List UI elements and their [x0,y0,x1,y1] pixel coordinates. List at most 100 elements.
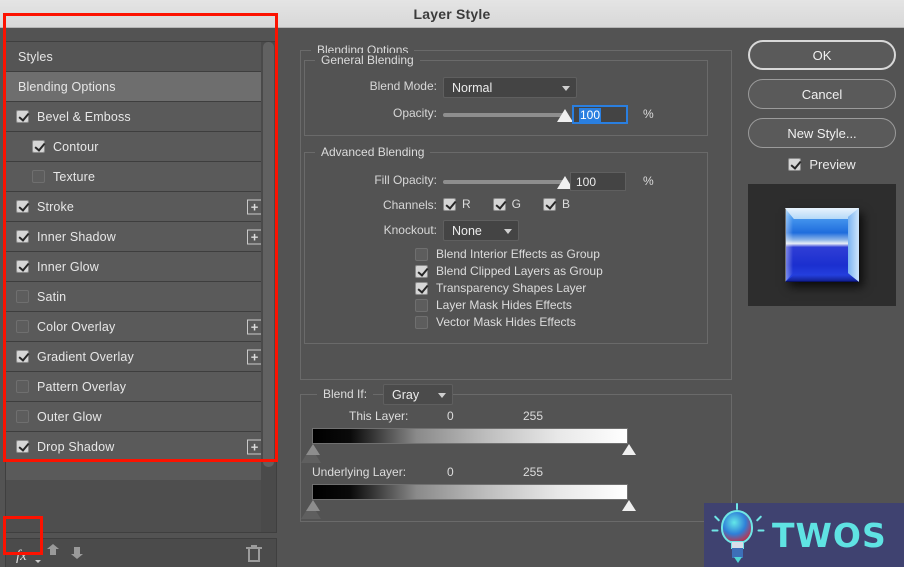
cancel-button[interactable]: Cancel [748,79,896,109]
channel-checkbox-b[interactable] [543,197,557,211]
advanced-option-checkbox[interactable] [415,264,428,278]
styles-scrollbar[interactable] [261,42,276,532]
add-effect-plus-icon[interactable]: + [247,319,262,334]
advanced-option-checkbox[interactable] [415,315,428,329]
layer-style-dialog: Layer Style Styles Blending Options Bevel … [0,0,904,567]
underlying-layer-label: Underlying Layer: [312,465,407,479]
styles-list-item-gradient-overlay[interactable]: Gradient Overlay + [6,342,276,372]
fill-opacity-unit: % [643,174,654,188]
fx-icon[interactable]: fx [16,543,42,565]
styles-list[interactable]: Styles Blending Options Bevel & Emboss Cont… [6,42,276,480]
blend-mode-value: Normal [452,80,493,95]
chevron-down-icon [35,560,41,563]
advanced-option-label: Layer Mask Hides Effects [436,298,572,312]
blend-mode-select[interactable]: Normal [443,77,577,98]
styles-list-item-label: Stroke [37,199,75,214]
styles-list-item-label: Bevel & Emboss [37,109,131,124]
channel-label-b: B [562,197,571,211]
styles-list-item-checkbox[interactable] [16,440,29,453]
trash-can [248,549,260,562]
lightbulb-icon [711,503,765,563]
styles-list-item-checkbox[interactable] [16,260,29,273]
advanced-blending-group: Advanced Blending Fill Opacity: 100 % Ch… [304,145,708,344]
move-up-arrow-icon[interactable] [42,543,66,565]
this-layer-max: 255 [523,409,544,423]
advanced-option-checkbox[interactable] [415,247,428,261]
advanced-option-transparency-shapes-layer[interactable]: Transparency Shapes Layer [415,281,586,295]
blend-if-group: Blend If: Gray This Layer: 0 255 Underly… [300,384,732,522]
styles-list-item-inner-shadow[interactable]: Inner Shadow + [6,222,276,252]
blend-if-channel-select[interactable]: Gray [383,384,453,405]
blend-if-channel-value: Gray [392,387,420,402]
chevron-down-icon [504,228,512,234]
styles-list-item-label: Inner Glow [37,259,99,274]
preview-toggle[interactable]: Preview [748,157,896,172]
knockout-select[interactable]: None [443,220,519,241]
advanced-option-checkbox[interactable] [415,298,428,312]
opacity-slider-knob[interactable] [557,109,573,122]
styles-scrollbar-thumb[interactable] [263,42,274,467]
channel-label-g: G [511,197,522,211]
styles-list-item-texture[interactable]: Texture [6,162,276,192]
fill-opacity-slider-track [443,176,573,189]
styles-list-item-checkbox[interactable] [16,200,29,213]
thumbnail-core [785,208,859,282]
channel-checkbox-g[interactable] [492,197,506,211]
dialog-action-panel: OK Cancel New Style... Preview [748,40,896,560]
styles-list-item-pattern-overlay[interactable]: Pattern Overlay [6,372,276,402]
move-down-arrow-icon[interactable] [66,543,90,565]
fill-opacity-value: 100 [576,174,597,189]
advanced-option-blend-clipped-layers-as-group[interactable]: Blend Clipped Layers as Group [415,264,603,278]
trash-icon[interactable] [246,545,262,563]
fill-opacity-input[interactable]: 100 [570,172,626,191]
underlying-layer-min: 0 [447,465,454,479]
styles-list-item-label: Gradient Overlay [37,349,134,364]
opacity-label: Opacity: [392,106,437,120]
styles-list-item-checkbox[interactable] [32,170,45,183]
styles-list-item-checkbox[interactable] [16,320,29,333]
styles-sidebar: Styles Blending Options Bevel & Emboss Cont… [5,41,277,533]
styles-list-item-styles[interactable]: Styles [6,42,276,72]
general-blending-group: General Blending Blend Mode: Normal Opac… [304,53,708,136]
styles-list-item-drop-shadow[interactable]: Drop Shadow + [6,432,276,462]
styles-list-item-satin[interactable]: Satin [6,282,276,312]
watermark: TWOS [704,503,904,567]
underlying-layer-gradient-bar[interactable] [301,484,636,519]
styles-list-item-bevel-emboss[interactable]: Bevel & Emboss [6,102,276,132]
styles-list-item-inner-glow[interactable]: Inner Glow [6,252,276,282]
opacity-input[interactable]: 100 [572,105,628,124]
styles-list-item-checkbox[interactable] [32,140,45,153]
opacity-slider[interactable] [443,109,573,122]
styles-list-item-checkbox[interactable] [16,380,29,393]
styles-list-item-contour[interactable]: Contour [6,132,276,162]
styles-list-item-checkbox[interactable] [16,110,29,123]
styles-list-item-checkbox[interactable] [16,290,29,303]
preview-checkbox[interactable] [788,158,802,171]
fill-opacity-slider[interactable] [443,176,573,189]
styles-list-item-color-overlay[interactable]: Color Overlay + [6,312,276,342]
advanced-option-layer-mask-hides-effects[interactable]: Layer Mask Hides Effects [415,298,572,312]
advanced-option-blend-interior-effects-as-group[interactable]: Blend Interior Effects as Group [415,247,600,261]
new-style-button[interactable]: New Style... [748,118,896,148]
blend-if-legend: Blend If: [317,387,374,401]
styles-list-item-checkbox[interactable] [16,230,29,243]
channel-checkbox-r[interactable] [443,197,456,211]
underlying-layer-max: 255 [523,465,544,479]
add-effect-plus-icon[interactable]: + [247,439,262,454]
add-effect-plus-icon[interactable]: + [247,229,262,244]
styles-list-item-blending-options[interactable]: Blending Options [6,72,276,102]
styles-list-item-label: Texture [53,169,96,184]
styles-list-item-outer-glow[interactable]: Outer Glow [6,402,276,432]
styles-list-item-checkbox[interactable] [16,410,29,423]
this-layer-gradient-bar[interactable] [301,428,636,463]
ok-button[interactable]: OK [748,40,896,70]
advanced-option-checkbox[interactable] [415,281,428,295]
styles-list-item-stroke[interactable]: Stroke + [6,192,276,222]
add-effect-plus-icon[interactable]: + [247,349,262,364]
styles-list-filler-row [6,462,276,480]
add-effect-plus-icon[interactable]: + [247,199,262,214]
advanced-option-vector-mask-hides-effects[interactable]: Vector Mask Hides Effects [415,315,576,329]
dialog-titlebar[interactable]: Layer Style [0,0,904,28]
advanced-option-label: Vector Mask Hides Effects [436,315,576,329]
styles-list-item-checkbox[interactable] [16,350,29,363]
